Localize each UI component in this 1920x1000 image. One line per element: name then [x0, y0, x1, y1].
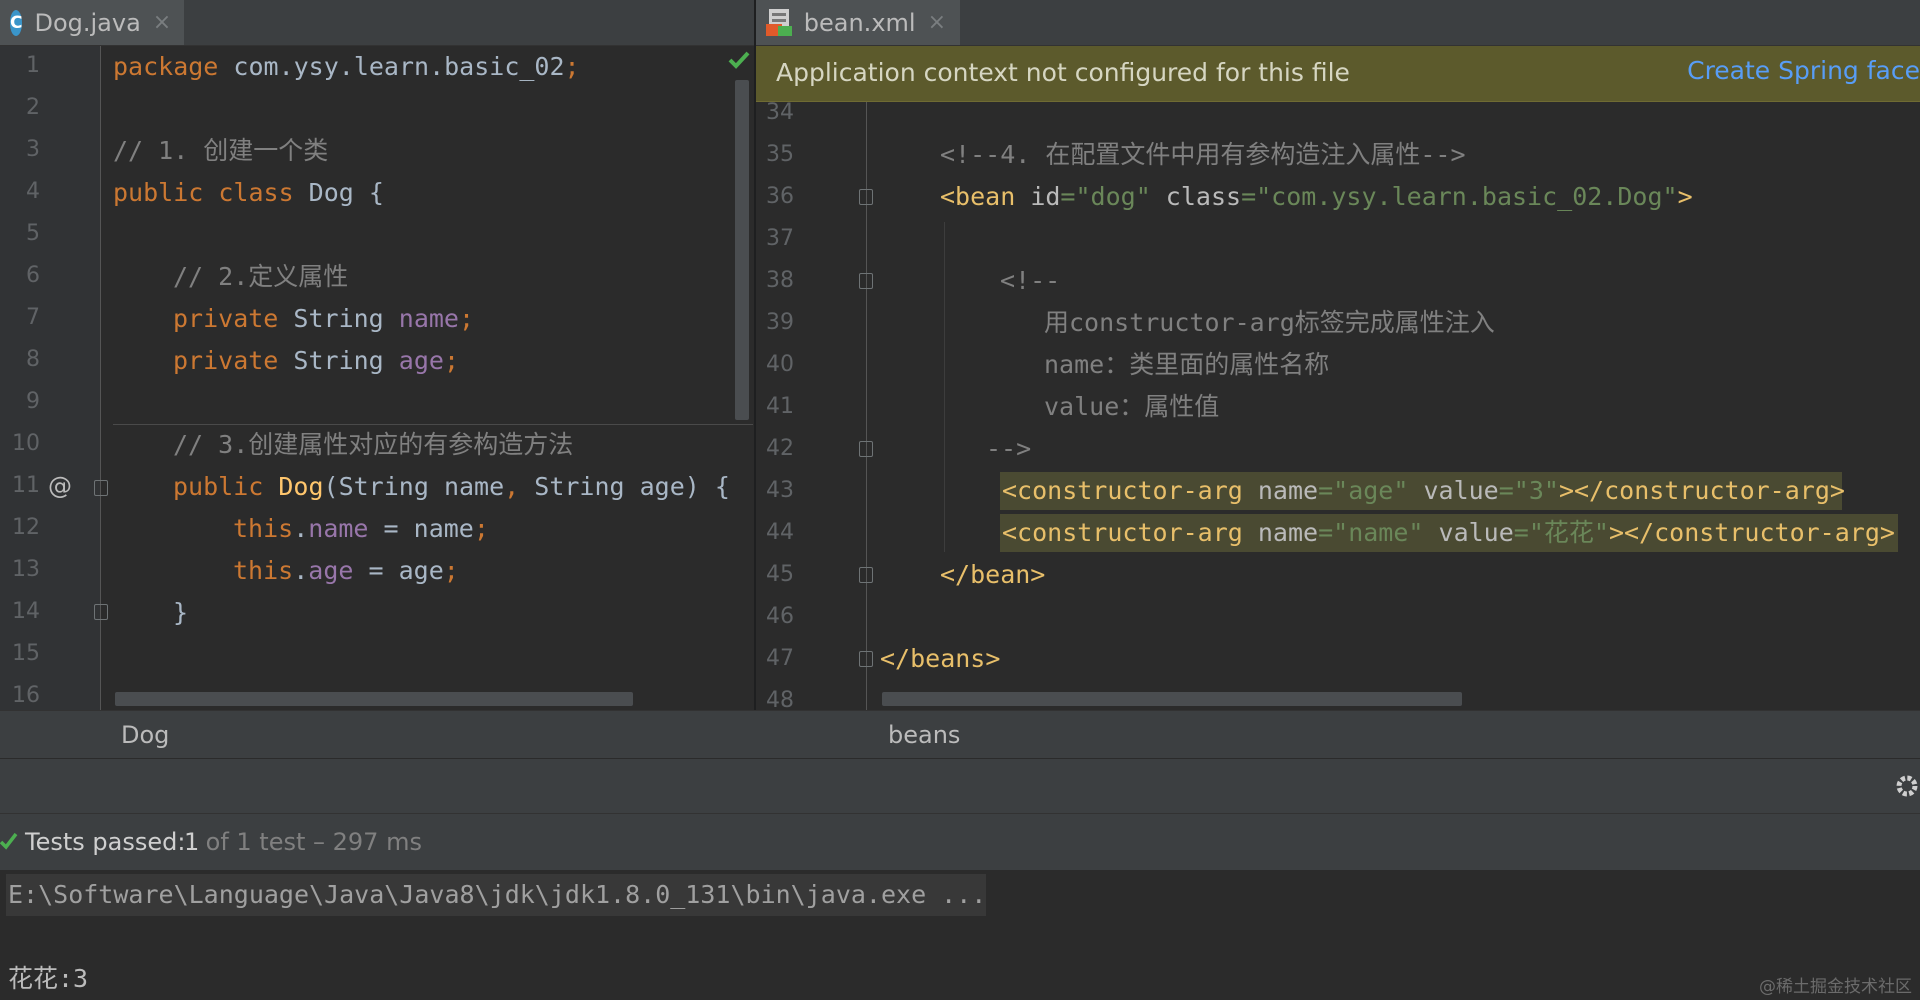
xml-editor-pane[interactable]: bean.xml × Application context not confi…	[756, 0, 1920, 713]
fold-icon[interactable]	[859, 189, 873, 205]
line-number: 12	[12, 515, 40, 540]
line-number: 36	[766, 184, 794, 209]
line-number: 11	[12, 473, 40, 498]
run-toolbar	[0, 758, 1920, 814]
close-icon[interactable]: ×	[928, 10, 946, 35]
breadcrumb-beans[interactable]: beans	[888, 721, 960, 749]
code-line-11: public Dog(String name, String age) {	[173, 472, 730, 501]
code-line-3: // 1. 创建一个类	[113, 136, 329, 165]
code-line-10: // 3.创建属性对应的有参构造方法	[173, 430, 574, 459]
line-number: 3	[26, 137, 40, 162]
line-number: 43	[766, 478, 794, 503]
line-number: 14	[12, 599, 40, 624]
line-number: 10	[12, 431, 40, 456]
line-number: 39	[766, 310, 794, 335]
horizontal-scrollbar[interactable]	[882, 692, 1462, 706]
spring-context-banner: Application context not configured for t…	[756, 46, 1920, 102]
console-output[interactable]: E:\Software\Language\Java\Java8\jdk\jdk1…	[0, 870, 1920, 1000]
line-number: 44	[766, 520, 794, 545]
line-number: 46	[766, 604, 794, 629]
code-line-14: }	[173, 598, 189, 627]
line-number: 45	[766, 562, 794, 587]
console-line-command: E:\Software\Language\Java\Java8\jdk\jdk1…	[8, 880, 987, 909]
code-line-40: name：类里面的属性名称	[1044, 350, 1330, 379]
method-separator	[113, 424, 753, 425]
line-number: 8	[26, 347, 40, 372]
line-number: 5	[26, 221, 40, 246]
tab-dog-java[interactable]: C Dog.java ×	[0, 0, 184, 45]
line-number: 4	[26, 179, 40, 204]
xml-file-icon	[766, 8, 792, 36]
tests-passed-label: Tests passed:	[25, 828, 186, 856]
watermark: @稀土掘金技术社区	[1759, 977, 1912, 997]
java-editor-pane[interactable]: C Dog.java × 1 2 3 4 5 6 7 8 9 10 11 12 …	[0, 0, 754, 710]
line-number: 34	[766, 100, 794, 125]
create-spring-facet-link[interactable]: Create Spring face	[1687, 56, 1920, 85]
fold-icon[interactable]	[859, 273, 873, 289]
line-number: 15	[12, 641, 40, 666]
tab-label: Dog.java	[34, 8, 141, 37]
tests-summary: of 1 test – 297 ms	[198, 828, 422, 856]
vertical-scrollbar[interactable]	[735, 80, 749, 420]
tests-passed-count: 1	[184, 828, 200, 856]
fold-icon[interactable]	[859, 651, 873, 667]
line-number: 47	[766, 646, 794, 671]
fold-icon[interactable]	[94, 604, 108, 620]
code-line-7: private String name;	[173, 304, 475, 333]
line-number: 42	[766, 436, 794, 461]
code-line-42: -->	[986, 434, 1032, 463]
line-number: 6	[26, 263, 40, 288]
code-line-39: 用constructor-arg标签完成属性注入	[1044, 308, 1495, 337]
gear-icon[interactable]	[1894, 773, 1920, 799]
code-line-4: public class Dog {	[113, 178, 384, 207]
left-tab-bar: C Dog.java ×	[0, 0, 754, 46]
tab-bean-xml[interactable]: bean.xml ×	[756, 0, 960, 45]
console-line-output: 花花:3	[8, 964, 89, 993]
code-line-1: package com.ysy.learn.basic_02;	[113, 52, 580, 81]
breadcrumb-bar: Dog beans	[0, 710, 1920, 759]
banner-message: Application context not configured for t…	[776, 58, 1350, 87]
right-tab-bar: bean.xml ×	[756, 0, 1920, 46]
fold-icon[interactable]	[94, 480, 108, 496]
horizontal-scrollbar[interactable]	[115, 692, 633, 706]
code-line-8: private String age;	[173, 346, 459, 375]
line-number: 13	[12, 557, 40, 582]
check-icon	[0, 832, 18, 850]
close-icon[interactable]: ×	[153, 10, 171, 35]
line-number: 2	[26, 95, 40, 120]
code-line-47: </beans>	[880, 644, 1001, 673]
line-number: 16	[12, 683, 40, 708]
tab-label: bean.xml	[803, 8, 916, 37]
fold-icon[interactable]	[859, 441, 873, 457]
code-line-12: this.name = name;	[233, 514, 489, 543]
line-number: 1	[26, 53, 40, 78]
class-c-icon: C	[10, 9, 23, 36]
code-line-35: <!--4. 在配置文件中用有参构造注入属性-->	[940, 140, 1466, 169]
line-number: 38	[766, 268, 794, 293]
fold-icon[interactable]	[859, 567, 873, 583]
breadcrumb-dog[interactable]: Dog	[121, 721, 169, 749]
line-number: 41	[766, 394, 794, 419]
line-number: 35	[766, 142, 794, 167]
code-line-38: <!--	[1000, 266, 1061, 295]
code-line-36: <bean id="dog" class="com.ysy.learn.basi…	[940, 182, 1693, 211]
code-line-41: value：属性值	[1044, 392, 1220, 421]
indent-guide	[944, 222, 945, 552]
test-status-row: Tests passed: 1 of 1 test – 297 ms	[0, 813, 1920, 871]
check-icon	[728, 51, 750, 69]
line-number: 37	[766, 226, 794, 251]
code-line-45: </bean>	[940, 560, 1046, 589]
line-number: 9	[26, 389, 40, 414]
line-number: 40	[766, 352, 794, 377]
code-line-43: <constructor-arg name="age" value="3"></…	[1002, 476, 1845, 505]
code-line-44: <constructor-arg name="name" value="花花">…	[1002, 518, 1895, 547]
override-annotation-icon[interactable]: @	[48, 472, 72, 500]
line-number: 7	[26, 305, 40, 330]
code-line-6: // 2.定义属性	[173, 262, 349, 291]
code-line-13: this.age = age;	[233, 556, 459, 585]
